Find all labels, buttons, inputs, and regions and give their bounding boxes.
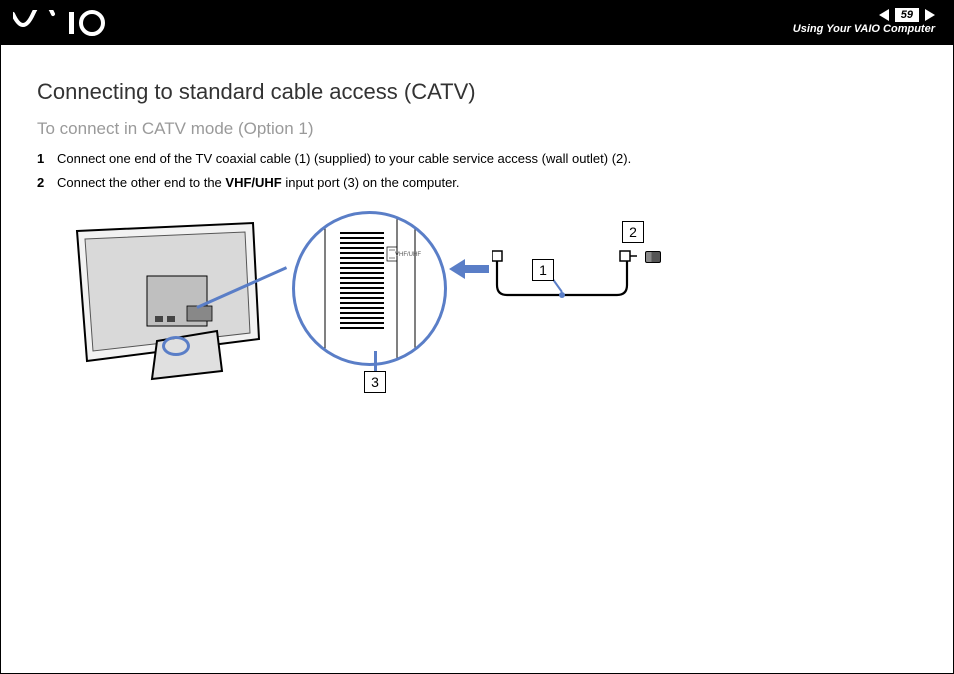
callout-2: 2 (622, 221, 644, 243)
step-list: Connect one end of the TV coaxial cable … (37, 149, 925, 193)
callout-3-line (374, 351, 377, 371)
page-title: Connecting to standard cable access (CAT… (37, 79, 925, 105)
page-number: 59 (895, 8, 919, 22)
insert-arrow-icon (449, 261, 489, 277)
callout-3: 3 (364, 371, 386, 393)
step-2-text-a: Connect the other end to the (57, 175, 225, 190)
coax-cable (492, 243, 637, 303)
computer-back-illustration (67, 221, 267, 381)
next-page-arrow-icon[interactable] (925, 9, 935, 21)
header-bar: 59 Using Your VAIO Computer (1, 1, 953, 45)
step-2-text-b: input port (3) on the computer. (282, 175, 460, 190)
vaio-logo (13, 10, 123, 36)
port-label: VHF/UHF (395, 252, 421, 258)
wall-outlet-icon (645, 251, 661, 263)
callout-1: 1 (532, 259, 554, 281)
page-content: Connecting to standard cable access (CAT… (1, 45, 953, 391)
step-1-text: Connect one end of the TV coaxial cable … (57, 151, 631, 166)
zoom-detail: VHF/UHF (292, 211, 447, 366)
connection-diagram: VHF/UHF 1 2 3 (67, 211, 707, 391)
prev-page-arrow-icon[interactable] (879, 9, 889, 21)
page-nav: 59 (879, 8, 935, 22)
vent-grill (333, 232, 391, 342)
step-1: Connect one end of the TV coaxial cable … (37, 149, 925, 169)
step-2-bold: VHF/UHF (225, 175, 281, 190)
step-2: Connect the other end to the VHF/UHF inp… (37, 173, 925, 193)
header-right: 59 Using Your VAIO Computer (793, 8, 935, 36)
page-subtitle: To connect in CATV mode (Option 1) (37, 119, 925, 139)
section-title: Using Your VAIO Computer (793, 23, 935, 36)
